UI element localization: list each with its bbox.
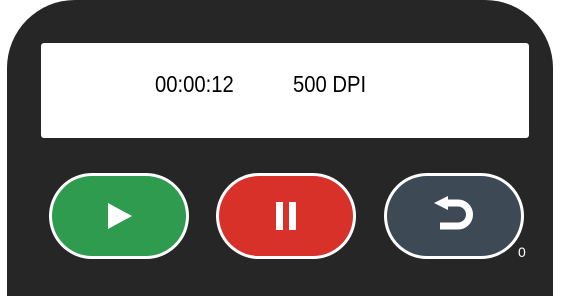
counter-label: 0 [518,244,526,260]
pause-icon [276,202,296,230]
pause-button[interactable] [216,173,356,259]
dpi-readout: 500 DPI [293,71,367,97]
display-screen: 00:00:12 500 DPI [41,43,529,138]
undo-arrow-icon [434,196,473,230]
timer-readout: 00:00:12 [155,71,234,97]
play-icon [108,203,132,229]
play-button[interactable] [49,173,189,259]
back-button[interactable] [384,173,524,259]
